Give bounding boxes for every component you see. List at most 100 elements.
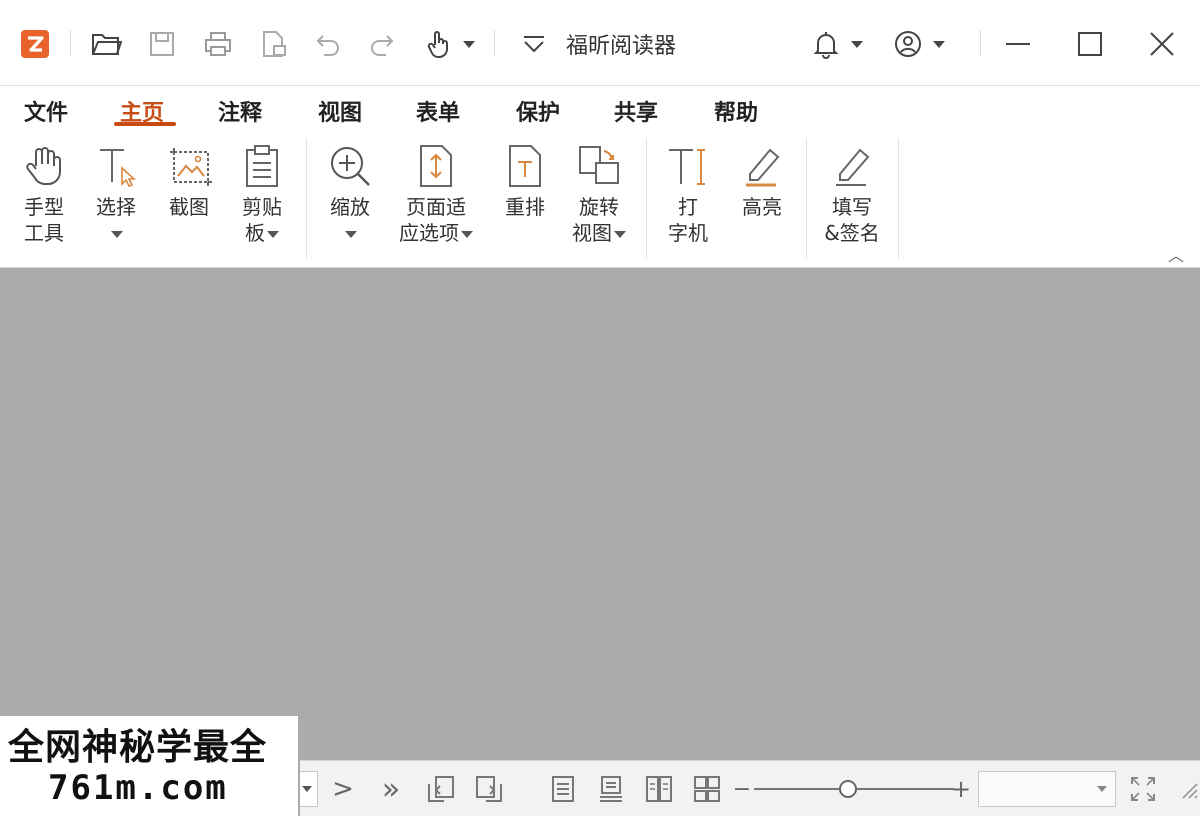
chevron-down-icon: [851, 40, 863, 48]
rotate-label-text: 视图: [572, 221, 612, 245]
highlight-button[interactable]: 高亮: [734, 142, 790, 220]
document-area[interactable]: [0, 268, 1200, 760]
select-button[interactable]: 选择: [88, 142, 144, 246]
reflow-icon: [501, 142, 549, 190]
zoom-in-icon[interactable]: +: [950, 773, 972, 805]
fit-page-icon: [412, 142, 460, 190]
next-page-icon[interactable]: >: [330, 773, 356, 805]
tab-form[interactable]: 表单: [416, 95, 460, 127]
reflow-button[interactable]: 重排: [496, 142, 554, 220]
quick-access-dropdown-icon[interactable]: [514, 26, 554, 62]
zoom-label: 缩放: [330, 195, 370, 219]
separator: [646, 138, 647, 258]
snapshot-label: 截图: [169, 195, 209, 219]
collapse-ribbon-icon[interactable]: ︿: [1168, 242, 1184, 266]
minimize-icon[interactable]: [996, 26, 1040, 62]
select-dropdown[interactable]: [109, 220, 123, 246]
single-page-icon[interactable]: [546, 773, 580, 805]
undo-icon[interactable]: [308, 26, 348, 62]
menu-bar: 文件 主页 注释 视图 表单 保护 共享 帮助: [0, 87, 1200, 131]
separator: [494, 30, 495, 56]
tab-share[interactable]: 共享: [614, 95, 658, 127]
rotate-label-2: 视图: [572, 220, 626, 246]
notifications-dropdown[interactable]: [804, 26, 870, 62]
tab-help[interactable]: 帮助: [714, 95, 758, 127]
tab-comment[interactable]: 注释: [218, 95, 262, 127]
hand-tool-dropdown[interactable]: [420, 26, 480, 62]
zoom-button[interactable]: 缩放: [322, 142, 378, 246]
create-pdf-icon[interactable]: [254, 26, 294, 62]
select-text-icon: [92, 142, 140, 190]
chevron-down-icon: [302, 786, 312, 792]
continuous-facing-icon[interactable]: [690, 773, 724, 805]
last-page-icon[interactable]: »: [376, 772, 406, 807]
facing-page-icon[interactable]: [642, 773, 676, 805]
chevron-down-icon: [614, 231, 626, 238]
previous-view-icon[interactable]: [424, 773, 458, 805]
title-bar: 福昕阅读器: [0, 0, 1200, 86]
separator: [898, 138, 899, 258]
watermark: 全网神秘学最全 761m.com: [0, 716, 300, 816]
fit-page-label-text: 应选项: [399, 221, 459, 245]
fill-sign-button[interactable]: 填写 &签名: [818, 142, 886, 246]
clipboard-label-2: 板: [245, 220, 279, 246]
chevron-down-icon: [345, 231, 357, 238]
separator: [70, 30, 71, 56]
fullscreen-icon[interactable]: [1126, 773, 1160, 805]
zoom-dropdown[interactable]: [343, 220, 357, 246]
chevron-down-icon: [933, 40, 945, 48]
fit-page-button[interactable]: 页面适 应选项: [392, 142, 480, 246]
tab-view[interactable]: 视图: [318, 95, 362, 127]
hand-tool-button[interactable]: 手型 工具: [16, 142, 72, 246]
chevron-down-icon: [461, 231, 473, 238]
highlight-label: 高亮: [742, 195, 782, 219]
clipboard-button[interactable]: 剪贴 板: [232, 142, 292, 246]
account-icon: [895, 31, 921, 57]
app-logo-icon: [16, 26, 54, 62]
fill-sign-icon: [828, 142, 876, 190]
clipboard-icon: [238, 142, 286, 190]
zoom-in-icon: [326, 142, 374, 190]
resize-grip-icon[interactable]: [1176, 773, 1200, 805]
hand-icon: [20, 142, 68, 190]
clipboard-label-text: 板: [245, 221, 265, 245]
open-folder-icon[interactable]: [86, 26, 126, 62]
chevron-down-icon: [111, 231, 123, 238]
fit-page-label-1: 页面适: [406, 195, 466, 219]
zoom-level-dropdown[interactable]: [978, 771, 1116, 807]
save-icon[interactable]: [142, 26, 182, 62]
select-label: 选择: [96, 195, 136, 219]
typewriter-button[interactable]: 打 字机: [660, 142, 716, 246]
zoom-out-icon[interactable]: −: [732, 773, 752, 805]
typewriter-label-1: 打: [678, 195, 698, 219]
bell-icon: [813, 32, 839, 59]
rotate-view-button[interactable]: 旋转 视图: [566, 142, 632, 246]
print-icon[interactable]: [198, 26, 238, 62]
zoom-slider-thumb[interactable]: [839, 780, 857, 798]
maximize-icon[interactable]: [1068, 26, 1112, 62]
ribbon-toolbar: 手型 工具 选择 截图 剪贴 板 缩放 页面适 应选项 重排 旋转 视图 打 字…: [0, 132, 1200, 268]
close-icon[interactable]: [1140, 26, 1184, 62]
typewriter-icon: [664, 142, 712, 190]
snapshot-icon: [165, 142, 213, 190]
watermark-line-2: 761m.com: [48, 768, 228, 808]
reflow-label: 重排: [505, 195, 545, 219]
highlight-icon: [738, 142, 786, 190]
chevron-down-icon: [267, 231, 279, 238]
account-dropdown[interactable]: [886, 26, 952, 62]
app-title: 福昕阅读器: [566, 34, 677, 59]
hand-tool-icon: [427, 31, 448, 58]
chevron-down-icon: [1097, 786, 1107, 792]
snapshot-button[interactable]: 截图: [160, 142, 218, 220]
tab-file[interactable]: 文件: [24, 95, 68, 127]
redo-icon[interactable]: [362, 26, 402, 62]
fill-sign-label-2: &签名: [824, 221, 880, 245]
separator: [806, 138, 807, 258]
next-view-icon[interactable]: [472, 773, 506, 805]
rotate-icon: [575, 142, 623, 190]
tab-protect[interactable]: 保护: [516, 95, 560, 127]
fit-page-label-2: 应选项: [399, 220, 473, 246]
hand-tool-label-2: 工具: [24, 221, 64, 245]
separator: [980, 30, 981, 56]
continuous-page-icon[interactable]: [594, 773, 628, 805]
